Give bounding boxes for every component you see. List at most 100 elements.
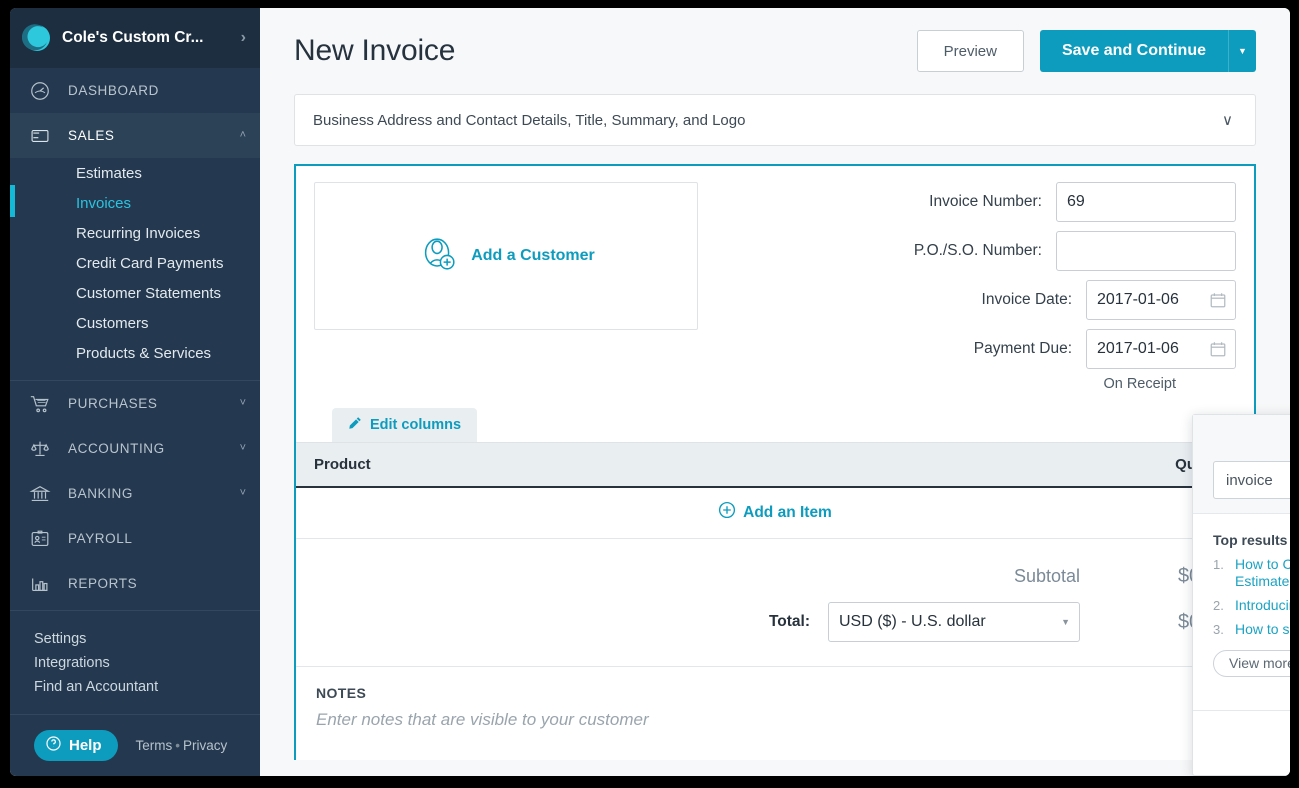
invoice-number-label: Invoice Number: bbox=[929, 193, 1042, 210]
pencil-icon bbox=[348, 416, 362, 434]
help-button[interactable]: Help bbox=[34, 730, 118, 761]
notes-section: NOTES Enter notes that are visible to yo… bbox=[296, 666, 1254, 760]
bank-icon bbox=[28, 482, 52, 506]
sidebar-item-purchases[interactable]: PURCHASES ˅ bbox=[10, 381, 260, 426]
subtotal-row: Subtotal $0.00 bbox=[758, 565, 1228, 588]
currency-select[interactable]: USD ($) - U.S. dollar ▼ bbox=[828, 602, 1080, 642]
help-search-wrapper bbox=[1213, 461, 1290, 499]
sidebar-item-payroll[interactable]: PAYROLL bbox=[10, 516, 260, 561]
sales-submenu: Estimates Invoices Recurring Invoices Cr… bbox=[10, 158, 260, 376]
help-result-link-2[interactable]: Introducing Payments by Wave bbox=[1235, 597, 1290, 613]
list-item: How to Customize Your Invoices and Estim… bbox=[1213, 556, 1290, 590]
po-so-number-input[interactable] bbox=[1056, 231, 1236, 271]
wave-logo-icon bbox=[21, 23, 52, 53]
sidebar-item-estimates[interactable]: Estimates bbox=[10, 158, 260, 188]
chevron-down-icon-purchases: ˅ bbox=[239, 397, 246, 409]
invoice-card-top: Add a Customer Invoice Number: P.O./S.O.… bbox=[296, 166, 1254, 392]
chevron-right-icon: › bbox=[240, 29, 246, 46]
line-items-table: Product Quantity bbox=[296, 442, 1254, 539]
invoice-card: Add a Customer Invoice Number: P.O./S.O.… bbox=[294, 164, 1256, 760]
invoice-totals: Subtotal $0.00 Total: USD ($) - U.S. dol… bbox=[296, 539, 1254, 656]
sidebar-label-customer-statements: Customer Statements bbox=[76, 284, 222, 302]
save-split-button: Save and Continue ▼ bbox=[1039, 30, 1256, 72]
sidebar: Cole's Custom Cr... › DASHBOARD SALES ˄ … bbox=[10, 8, 260, 776]
sidebar-item-invoices[interactable]: Invoices bbox=[10, 185, 260, 218]
chevron-down-icon: ∨ bbox=[1222, 112, 1233, 129]
bar-chart-icon bbox=[28, 572, 52, 596]
business-details-collapse-bar[interactable]: Business Address and Contact Details, Ti… bbox=[294, 94, 1256, 146]
chevron-down-icon: ▼ bbox=[1061, 617, 1070, 627]
help-panel-header: Help × bbox=[1193, 415, 1290, 514]
save-dropdown-caret-icon[interactable]: ▼ bbox=[1228, 30, 1256, 72]
add-user-icon bbox=[417, 232, 461, 281]
question-circle-icon bbox=[45, 735, 62, 756]
list-item: How to send an invoice bbox=[1213, 621, 1290, 638]
sidebar-link-settings[interactable]: Settings bbox=[34, 627, 260, 651]
payment-due-label: Payment Due: bbox=[973, 340, 1072, 357]
app-viewport: Cole's Custom Cr... › DASHBOARD SALES ˄ … bbox=[10, 8, 1290, 776]
invoice-date-input[interactable] bbox=[1086, 280, 1236, 320]
help-result-link-1[interactable]: How to Customize Your Invoices and Estim… bbox=[1235, 556, 1290, 589]
main-content: New Invoice Preview Save and Continue ▼ … bbox=[260, 8, 1290, 776]
add-an-item-button[interactable]: Add an Item bbox=[718, 501, 832, 524]
view-more-button[interactable]: View more bbox=[1213, 650, 1290, 677]
cart-icon bbox=[28, 392, 52, 416]
add-customer-button[interactable]: Add a Customer bbox=[314, 182, 698, 330]
currency-selected-value: USD ($) - U.S. dollar bbox=[839, 613, 986, 630]
list-item: Introducing Payments by Wave bbox=[1213, 597, 1290, 614]
business-switcher[interactable]: Cole's Custom Cr... › bbox=[10, 8, 260, 68]
field-row-invoice-date: Invoice Date: bbox=[726, 280, 1236, 320]
payment-due-input[interactable] bbox=[1086, 329, 1236, 369]
sidebar-item-customers[interactable]: Customers bbox=[10, 308, 260, 338]
sidebar-label-dashboard: DASHBOARD bbox=[68, 83, 159, 98]
edit-columns-label: Edit columns bbox=[370, 417, 462, 433]
terms-link[interactable]: Terms bbox=[136, 738, 173, 753]
sidebar-item-dashboard[interactable]: DASHBOARD bbox=[10, 68, 260, 113]
sidebar-item-sales[interactable]: SALES ˄ bbox=[10, 113, 260, 158]
column-header-product: Product bbox=[314, 455, 371, 473]
sidebar-item-customer-statements[interactable]: Customer Statements bbox=[10, 278, 260, 308]
business-details-label: Business Address and Contact Details, Ti… bbox=[313, 111, 746, 129]
add-item-cell: Add an Item bbox=[296, 486, 1254, 539]
help-result-link-3[interactable]: How to send an invoice bbox=[1235, 621, 1290, 637]
column-header-quantity: Quantity bbox=[764, 443, 1254, 487]
help-panel-title: Help bbox=[1207, 431, 1290, 448]
sidebar-footer: Help Terms • Privacy bbox=[10, 714, 260, 776]
edit-columns-button[interactable]: Edit columns bbox=[332, 408, 478, 442]
save-and-continue-button[interactable]: Save and Continue bbox=[1039, 30, 1228, 72]
sidebar-link-integrations[interactable]: Integrations bbox=[34, 651, 260, 675]
sidebar-label-accounting: ACCOUNTING bbox=[68, 441, 165, 456]
sidebar-nav: DASHBOARD SALES ˄ Estimates Invoices Rec… bbox=[10, 68, 260, 699]
sidebar-label-credit-card-payments: Credit Card Payments bbox=[76, 254, 224, 272]
sidebar-item-products-services[interactable]: Products & Services bbox=[10, 338, 260, 368]
plus-circle-icon bbox=[718, 501, 736, 524]
footer-links: Terms • Privacy bbox=[136, 738, 228, 753]
chevron-down-icon-banking: ˅ bbox=[239, 487, 246, 499]
sidebar-label-customers: Customers bbox=[76, 314, 149, 332]
invoice-number-input[interactable] bbox=[1056, 182, 1236, 222]
invoice-fields: Invoice Number: P.O./S.O. Number: Invoic… bbox=[698, 182, 1236, 392]
page-title: New Invoice bbox=[294, 34, 456, 67]
notes-input[interactable]: Enter notes that are visible to your cus… bbox=[316, 710, 1234, 730]
sidebar-item-accounting[interactable]: ACCOUNTING ˅ bbox=[10, 426, 260, 471]
help-panel-body: Top results How to Customize Your Invoic… bbox=[1193, 514, 1290, 710]
business-name: Cole's Custom Cr... bbox=[62, 29, 204, 46]
sidebar-label-banking: BANKING bbox=[68, 486, 133, 501]
sidebar-item-credit-card-payments[interactable]: Credit Card Payments bbox=[10, 248, 260, 278]
help-search-input[interactable] bbox=[1213, 461, 1290, 499]
sidebar-item-banking[interactable]: BANKING ˅ bbox=[10, 471, 260, 516]
field-row-payment-due: Payment Due: bbox=[726, 329, 1236, 369]
help-panel-title-row: Help × bbox=[1193, 425, 1290, 453]
sidebar-extra-links: Settings Integrations Find an Accountant bbox=[10, 611, 260, 699]
preview-button[interactable]: Preview bbox=[916, 30, 1024, 72]
sidebar-item-reports[interactable]: REPORTS bbox=[10, 561, 260, 606]
sidebar-link-find-an-accountant[interactable]: Find an Accountant bbox=[34, 675, 260, 699]
add-customer-label: Add a Customer bbox=[471, 247, 595, 264]
total-row: Total: USD ($) - U.S. dollar ▼ $0.00 bbox=[758, 602, 1228, 642]
screen-frame: Cole's Custom Cr... › DASHBOARD SALES ˄ … bbox=[0, 0, 1299, 788]
sidebar-label-estimates: Estimates bbox=[76, 164, 142, 182]
gauge-icon bbox=[28, 79, 52, 103]
sidebar-item-recurring-invoices[interactable]: Recurring Invoices bbox=[10, 218, 260, 248]
privacy-link[interactable]: Privacy bbox=[183, 738, 227, 753]
sidebar-label-sales: SALES bbox=[68, 128, 115, 143]
